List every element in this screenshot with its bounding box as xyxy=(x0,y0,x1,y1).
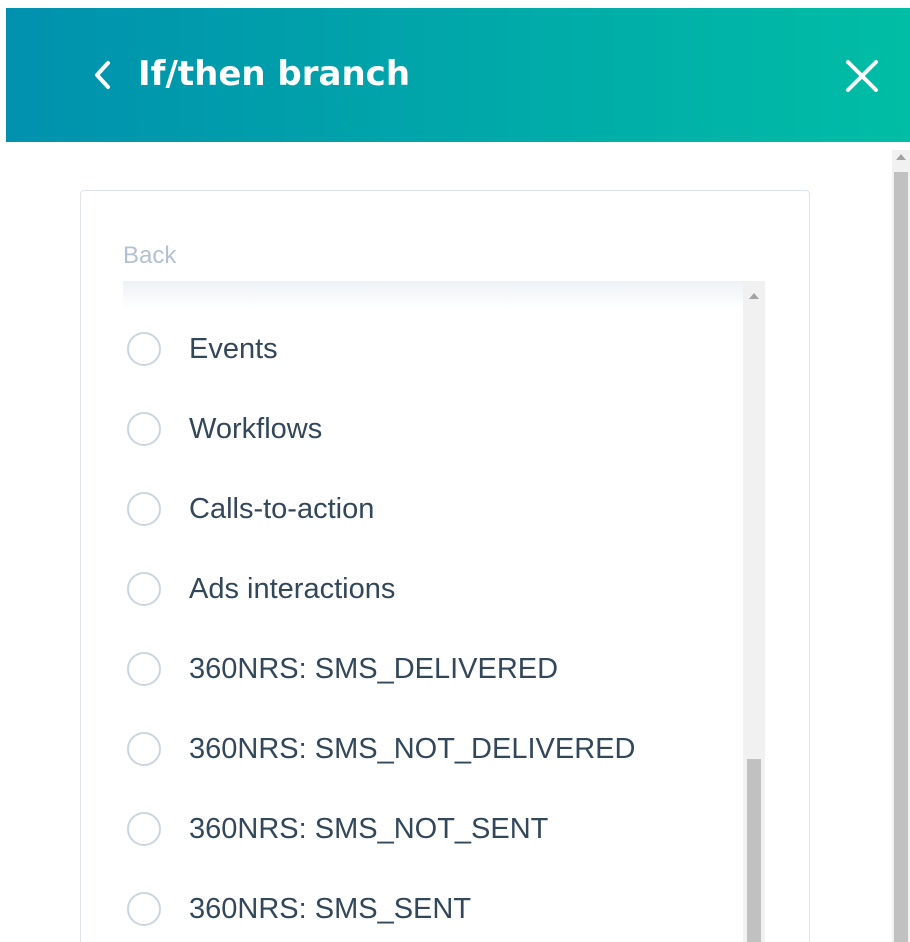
radio-button[interactable] xyxy=(127,652,161,686)
option-label: Calls-to-action xyxy=(189,493,375,525)
filter-options-card: Back Events Workflows Calls-to-action Ad… xyxy=(80,190,810,942)
option-label: 360NRS: SMS_SENT xyxy=(189,893,472,925)
option-sms-sent[interactable]: 360NRS: SMS_SENT xyxy=(123,869,743,942)
radio-button[interactable] xyxy=(127,332,161,366)
option-label: 360NRS: SMS_NOT_SENT xyxy=(189,813,549,845)
radio-button[interactable] xyxy=(127,492,161,526)
option-sms-not-delivered[interactable]: 360NRS: SMS_NOT_DELIVERED xyxy=(123,709,743,789)
option-events[interactable]: Events xyxy=(123,309,743,389)
option-workflows[interactable]: Workflows xyxy=(123,389,743,469)
list-top-fade xyxy=(123,281,743,309)
radio-button[interactable] xyxy=(127,572,161,606)
scrollbar-thumb[interactable] xyxy=(747,759,761,942)
panel-scrollbar[interactable] xyxy=(892,150,910,942)
radio-button[interactable] xyxy=(127,732,161,766)
option-label: Workflows xyxy=(189,413,323,445)
panel-title: If/then branch xyxy=(138,54,411,94)
page: If/then branch Back Events Workflows Cal… xyxy=(0,0,910,942)
radio-button[interactable] xyxy=(127,892,161,926)
close-icon[interactable] xyxy=(842,56,882,96)
radio-button[interactable] xyxy=(127,412,161,446)
option-sms-not-sent[interactable]: 360NRS: SMS_NOT_SENT xyxy=(123,789,743,869)
radio-button[interactable] xyxy=(127,812,161,846)
scroll-up-arrow-icon[interactable] xyxy=(896,154,906,160)
options-scrollbar[interactable] xyxy=(743,281,765,942)
back-link[interactable]: Back xyxy=(123,241,176,271)
option-label: 360NRS: SMS_NOT_DELIVERED xyxy=(189,733,636,765)
option-label: Events xyxy=(189,333,278,365)
option-label: 360NRS: SMS_DELIVERED xyxy=(189,653,559,685)
option-sms-delivered[interactable]: 360NRS: SMS_DELIVERED xyxy=(123,629,743,709)
option-label: Ads interactions xyxy=(189,573,396,605)
options-list: Events Workflows Calls-to-action Ads int… xyxy=(123,309,743,942)
scroll-up-arrow-icon[interactable] xyxy=(749,293,759,299)
scrollbar-thumb[interactable] xyxy=(894,172,908,942)
chevron-left-icon[interactable] xyxy=(90,58,116,92)
option-ads-interactions[interactable]: Ads interactions xyxy=(123,549,743,629)
option-calls-to-action[interactable]: Calls-to-action xyxy=(123,469,743,549)
panel-header: If/then branch xyxy=(6,8,910,142)
